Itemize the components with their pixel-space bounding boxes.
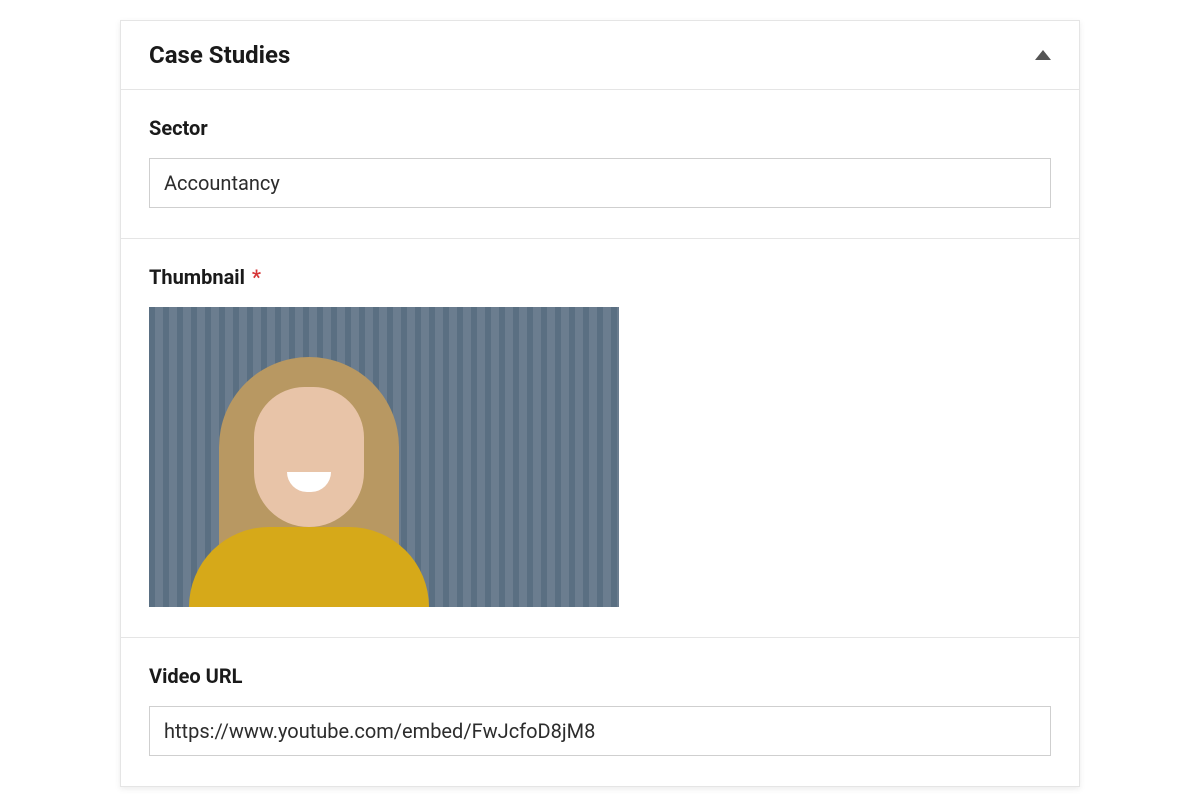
thumbnail-label-text: Thumbnail [149, 265, 245, 289]
thumbnail-image[interactable] [149, 307, 619, 607]
required-asterisk: * [252, 265, 261, 289]
thumbnail-label: Thumbnail * [149, 265, 1051, 289]
panel-title: Case Studies [149, 41, 290, 69]
panel-header[interactable]: Case Studies [121, 21, 1079, 90]
thumbnail-person [179, 347, 439, 607]
sector-label: Sector [149, 116, 1051, 140]
collapse-up-icon[interactable] [1035, 50, 1051, 60]
thumbnail-section: Thumbnail * [121, 239, 1079, 638]
video-url-input[interactable] [149, 706, 1051, 756]
video-url-label: Video URL [149, 664, 1051, 688]
face-shape [254, 387, 364, 527]
case-studies-panel: Case Studies Sector Thumbnail * Video UR… [120, 20, 1080, 787]
video-url-section: Video URL [121, 638, 1079, 786]
sector-input[interactable] [149, 158, 1051, 208]
sector-section: Sector [121, 90, 1079, 239]
